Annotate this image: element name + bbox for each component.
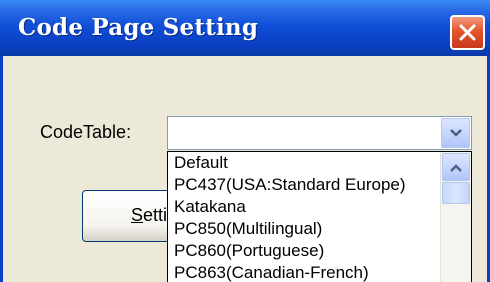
close-button[interactable] [450, 15, 485, 50]
title-bar[interactable]: Code Page Setting [0, 0, 490, 56]
dialog-window: Code Page Setting CodeTable: Setti Defau… [0, 0, 490, 282]
scroll-thumb[interactable] [442, 182, 470, 204]
list-item[interactable]: PC437(USA:Standard Europe) [168, 174, 471, 196]
codetable-dropdown-list[interactable]: Default PC437(USA:Standard Europe) Katak… [167, 151, 472, 282]
list-item[interactable]: PC850(Multilingual) [168, 218, 471, 240]
setting-button-label: Setti [131, 205, 168, 225]
list-item[interactable]: Default [168, 152, 471, 174]
list-item[interactable]: Katakana [168, 196, 471, 218]
close-icon [459, 24, 476, 41]
codetable-dropdown-button[interactable] [441, 118, 470, 148]
codetable-label: CodeTable: [40, 122, 132, 142]
window-title: Code Page Setting [18, 14, 259, 41]
list-scrollbar[interactable] [440, 152, 471, 282]
chevron-up-icon [450, 164, 462, 172]
list-item[interactable]: PC863(Canadian-French) [168, 262, 471, 282]
list-item[interactable]: PC860(Portuguese) [168, 240, 471, 262]
scroll-up-button[interactable] [442, 153, 470, 181]
codetable-combobox[interactable] [167, 116, 472, 150]
chevron-down-icon [450, 129, 462, 137]
